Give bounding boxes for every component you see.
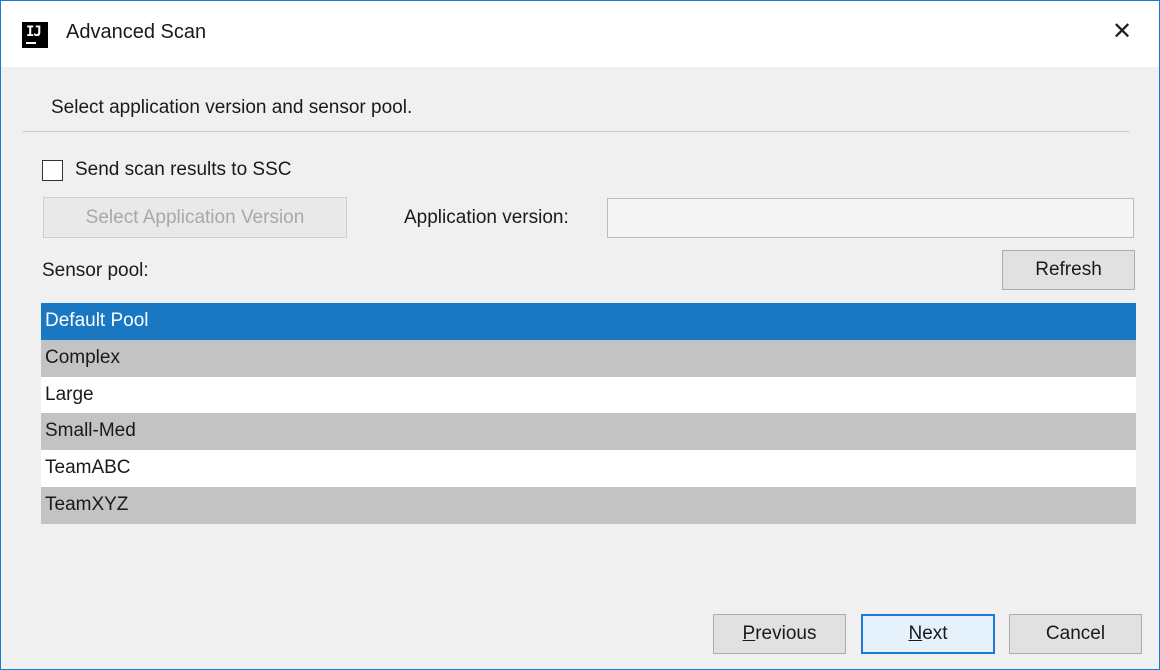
send-results-label[interactable]: Send scan results to SSC (75, 159, 292, 181)
window-title: Advanced Scan (66, 21, 207, 43)
cancel-button[interactable]: Cancel (1009, 614, 1142, 654)
intellij-app-icon: IJ (22, 22, 48, 48)
list-item-teamabc[interactable]: TeamABC (41, 450, 1136, 487)
previous-button[interactable]: Previous (713, 614, 846, 654)
application-version-field[interactable] (607, 198, 1134, 238)
list-item-small-med[interactable]: Small-Med (41, 413, 1136, 451)
advanced-scan-dialog: IJ Advanced Scan ✕ Select application ve… (0, 0, 1160, 670)
select-application-version-button[interactable]: Select Application Version (43, 197, 347, 238)
send-results-checkbox[interactable] (42, 160, 63, 181)
title-bar[interactable]: IJ Advanced Scan ✕ (1, 1, 1159, 67)
list-item-large[interactable]: Large (41, 376, 1136, 414)
next-button[interactable]: Next (861, 614, 995, 654)
list-item-default-pool[interactable]: Default Pool (41, 303, 1136, 340)
list-item-complex[interactable]: Complex (41, 339, 1136, 377)
sensor-pool-list[interactable]: Default Pool Complex Large Small-Med Tea… (41, 303, 1136, 524)
instruction-text: Select application version and sensor po… (51, 97, 413, 118)
header-separator (23, 131, 1129, 132)
refresh-button[interactable]: Refresh (1002, 250, 1135, 290)
application-version-label: Application version: (404, 207, 569, 228)
list-item-teamxyz[interactable]: TeamXYZ (41, 486, 1136, 524)
sensor-pool-label: Sensor pool: (42, 260, 149, 281)
close-icon[interactable]: ✕ (1105, 15, 1139, 49)
